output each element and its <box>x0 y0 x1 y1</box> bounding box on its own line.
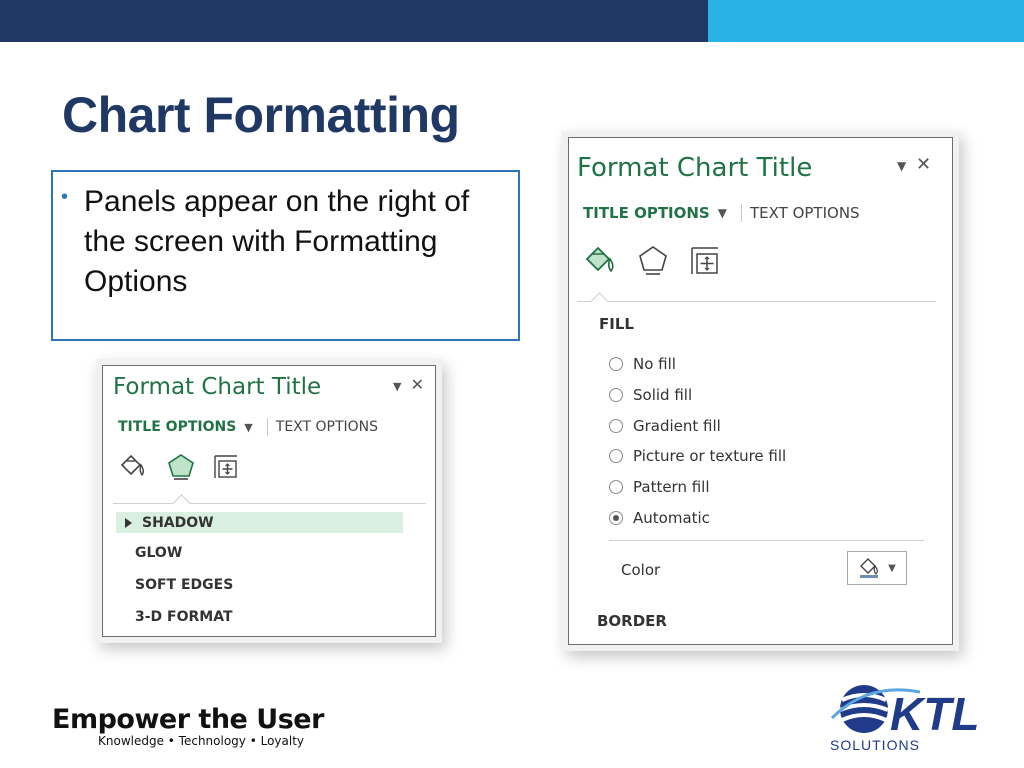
radio-label: Pattern fill <box>633 478 710 496</box>
panel-title: Format Chart Title <box>113 374 322 400</box>
radio-button[interactable] <box>609 480 623 494</box>
ktl-solutions-logo: KTL SOLUTIONS <box>828 678 1000 756</box>
section-label: SHADOW <box>142 514 214 531</box>
color-label: Color <box>621 561 661 579</box>
radio-automatic[interactable]: Automatic <box>609 509 710 527</box>
slide-title: Chart Formatting <box>62 87 460 143</box>
tab-title-options[interactable]: TITLE OPTIONS <box>583 204 710 222</box>
color-picker-button[interactable]: ▼ <box>847 551 907 585</box>
section-label: GLOW <box>135 545 183 561</box>
ktl-logo-mark-icon: KTL <box>830 685 979 740</box>
panel-icon-row <box>118 452 240 482</box>
panel-tabs: TITLE OPTIONS ▼ TEXT OPTIONS <box>118 418 378 436</box>
tab-separator <box>740 204 742 222</box>
radio-pattern-fill[interactable]: Pattern fill <box>609 478 710 496</box>
header-accent-bar <box>708 0 1024 42</box>
section-label: 3-D FORMAT <box>135 609 233 625</box>
header-bar <box>0 0 708 42</box>
radio-picture-texture-fill[interactable]: Picture or texture fill <box>609 447 786 465</box>
section-glow[interactable]: GLOW <box>125 545 182 561</box>
tab-title-options[interactable]: TITLE OPTIONS <box>118 419 236 435</box>
section-label: SOFT EDGES <box>135 577 234 593</box>
section-border[interactable]: BORDER <box>587 612 667 630</box>
panel-controls: ▼ ✕ <box>393 375 424 394</box>
radio-solid-fill[interactable]: Solid fill <box>609 386 692 404</box>
radio-label: Gradient fill <box>633 417 721 435</box>
section-soft-edges[interactable]: SOFT EDGES <box>125 577 233 593</box>
chevron-down-icon: ▼ <box>888 562 896 574</box>
expand-triangle-icon <box>125 517 132 528</box>
logo-brand-text: Empower the User <box>52 704 324 735</box>
logo-ktl-text: KTL <box>890 688 979 738</box>
panel-divider <box>577 301 936 302</box>
chevron-down-icon[interactable]: ▼ <box>718 206 727 220</box>
format-panel-effects: Format Chart Title ▼ ✕ TITLE OPTIONS ▼ T… <box>102 365 436 637</box>
close-icon[interactable]: ✕ <box>411 375 424 394</box>
tab-text-options[interactable]: TEXT OPTIONS <box>276 419 378 435</box>
size-properties-icon[interactable] <box>212 453 240 481</box>
paint-bucket-icon <box>860 558 879 578</box>
fill-line-icon[interactable] <box>118 453 148 481</box>
tab-separator <box>266 418 268 436</box>
bullet-text: Panels appear on the right of the screen… <box>84 185 470 298</box>
format-panel-fill: Format Chart Title ▼ ✕ TITLE OPTIONS ▼ T… <box>568 137 953 645</box>
radio-label: No fill <box>633 355 676 373</box>
section-divider <box>609 540 924 541</box>
radio-no-fill[interactable]: No fill <box>609 355 676 373</box>
radio-button[interactable] <box>609 357 623 371</box>
section-label: FILL <box>599 315 634 333</box>
section-fill[interactable]: FILL <box>589 315 634 333</box>
empower-the-user-logo: Empower the User Knowledge • Technology … <box>52 704 324 748</box>
panel-options-dropdown-icon[interactable]: ▼ <box>897 159 906 173</box>
logo-tagline: Knowledge • Technology • Loyalty <box>98 734 305 748</box>
selected-icon-notch <box>172 494 191 513</box>
panel-title: Format Chart Title <box>577 153 813 183</box>
bullet-box: • Panels appear on the right of the scre… <box>51 170 520 341</box>
fill-line-icon[interactable] <box>583 245 617 277</box>
radio-label: Automatic <box>633 509 710 527</box>
effects-icon[interactable] <box>637 244 669 278</box>
size-properties-icon[interactable] <box>689 245 721 277</box>
close-icon[interactable]: ✕ <box>916 154 931 175</box>
chevron-down-icon[interactable]: ▼ <box>244 421 252 434</box>
effects-icon[interactable] <box>166 452 196 482</box>
panel-icon-row <box>583 244 721 278</box>
radio-label: Picture or texture fill <box>633 447 787 465</box>
selected-icon-notch <box>590 292 609 311</box>
section-label: BORDER <box>597 612 667 630</box>
tab-text-options[interactable]: TEXT OPTIONS <box>750 204 860 222</box>
radio-button[interactable] <box>609 449 623 463</box>
panel-divider <box>113 503 426 504</box>
section-shadow[interactable]: SHADOW <box>116 512 403 533</box>
logo-solutions-text: SOLUTIONS <box>830 737 920 753</box>
bullet-marker: • <box>61 186 69 208</box>
section-3d-format[interactable]: 3-D FORMAT <box>125 609 233 625</box>
panel-options-dropdown-icon[interactable]: ▼ <box>393 380 401 393</box>
panel-controls: ▼ ✕ <box>897 154 931 175</box>
radio-button-selected[interactable] <box>609 511 623 525</box>
radio-label: Solid fill <box>633 386 693 404</box>
panel-tabs: TITLE OPTIONS ▼ TEXT OPTIONS <box>583 204 860 222</box>
radio-gradient-fill[interactable]: Gradient fill <box>609 417 721 435</box>
radio-button[interactable] <box>609 419 623 433</box>
radio-button[interactable] <box>609 388 623 402</box>
